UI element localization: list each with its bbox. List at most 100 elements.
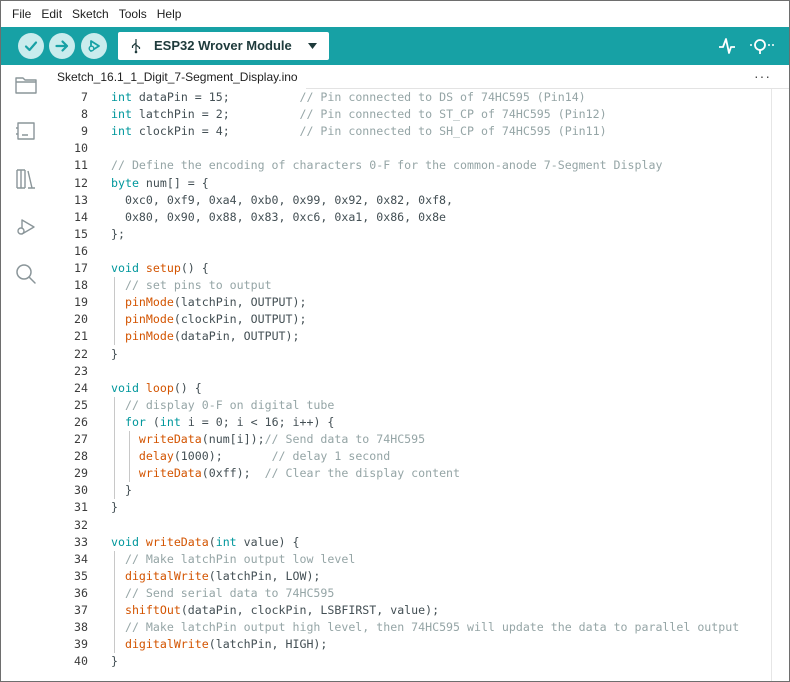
line-number: 20 [74,312,88,327]
code-token: (0xff); [201,466,265,481]
serial-monitor-icon[interactable] [748,36,776,56]
code-text: byte num[] = { [111,175,209,192]
upload-button[interactable] [49,33,75,59]
vertical-scrollbar[interactable] [771,89,772,681]
code-token: () { [180,261,209,275]
line-number: 37 [74,603,88,617]
code-line: 36 // Send serial data to 74HC595 [49,585,769,602]
menu-tools[interactable]: Tools [114,1,152,27]
code-token: }; [111,226,125,241]
line-number: 17 [74,261,88,275]
code-line: 28 delay(1000); // delay 1 second [49,448,769,465]
code-text: pinMode(clockPin, OUTPUT); [111,311,307,328]
line-number: 36 [74,585,88,600]
code-token: (clockPin, OUTPUT); [173,312,307,327]
code-token: digitalWrite [124,568,209,583]
ide-window: File Edit Sketch Tools Help ESP32 Wrover… [0,0,790,682]
code-token: // delay 1 second [271,449,391,464]
code-token: // Define the encoding of characters 0-F… [111,158,663,173]
code-line: 31} [49,499,769,516]
code-token: void [111,261,139,275]
code-token: writeData [138,432,202,446]
code-token: byte [111,175,139,190]
code-token: // display 0-F on digital tube [124,397,335,412]
menu-bar: File Edit Sketch Tools Help [1,1,789,27]
line-number: 26 [74,414,88,429]
code-token: } [111,500,118,515]
code-token: delay [138,449,174,464]
serial-plotter-icon[interactable] [718,36,736,56]
debug-button[interactable] [81,33,107,59]
code-line: 17 void setup() { [49,260,769,277]
indent-guide [114,396,115,500]
line-number: 16 [74,243,88,258]
verify-button[interactable] [18,33,44,59]
code-token: // Make latchPin output high level, then… [124,620,740,635]
line-number: 11 [74,158,88,173]
code-line: 13 0xc0, 0xf9, 0xa4, 0xb0, 0x99, 0x92, 0… [49,192,769,209]
code-token: writeData [145,534,209,549]
line-number: 7 [81,90,88,104]
code-text: pinMode(dataPin, OUTPUT); [111,328,300,345]
line-number: 27 [74,432,88,446]
line-number: 40 [74,654,88,669]
debug-icon[interactable] [14,215,38,239]
code-token: // Pin connected to SH_CP of 74HC595 (Pi… [299,124,607,139]
code-editor[interactable]: 7 int dataPin = 15; // Pin connected to D… [49,89,789,681]
code-text: 0xc0, 0xf9, 0xa4, 0xb0, 0x99, 0x92, 0x82… [111,192,453,209]
code-line: 38 // Make latchPin output high level, t… [49,619,769,636]
code-line: 35 digitalWrite(latchPin, LOW); [49,568,769,585]
menu-help[interactable]: Help [152,1,187,27]
board-selector[interactable]: ESP32 Wrover Module [118,32,329,60]
code-text: int dataPin = 15; // Pin connected to DS… [111,89,586,106]
code-text: // set pins to output [111,277,272,294]
code-text: void setup() { [111,260,209,277]
code-line: 16 [49,243,769,260]
arrow-right-icon [55,40,69,52]
code-text: 0x80, 0x90, 0x88, 0x83, 0xc6, 0xa1, 0x86… [111,209,446,226]
line-number: 12 [74,175,88,190]
code-token: (dataPin, OUTPUT); [173,329,300,344]
library-icon[interactable] [14,167,38,191]
search-icon[interactable] [14,262,38,286]
code-text: int latchPin = 2; // Pin connected to ST… [111,106,607,123]
code-line: 22} [49,346,769,363]
code-line: 7 int dataPin = 15; // Pin connected to D… [49,89,769,106]
code-token: for [124,414,146,429]
code-line: 18 // set pins to output [49,277,769,294]
code-line: 26 for (int i = 0; i < 16; i++) { [49,414,769,431]
code-token: (latchPin, HIGH); [208,637,328,652]
line-number: 13 [74,192,88,207]
more-options-icon[interactable]: ··· [754,65,771,87]
code-token: // Pin connected to DS of 74HC595 (Pin14… [299,90,586,104]
folder-icon[interactable] [14,73,38,97]
code-token: void [111,534,139,549]
code-text: writeData(0xff); // Clear the display co… [111,465,460,482]
code-token: int [111,90,132,104]
code-token: // Send serial data to 74HC595 [124,585,335,600]
line-number: 14 [74,209,88,224]
file-tabs-bar: Sketch_16.1_1_Digit_7-Segment_Display.in… [1,65,789,89]
indent-guide [114,277,115,346]
line-number: 21 [74,329,88,344]
code-token: latchPin = 2; [131,107,300,122]
code-line: 27 writeData(num[i]);// Send data to 74H… [49,431,769,448]
menu-edit[interactable]: Edit [36,1,67,27]
line-number: 31 [74,500,88,515]
line-number: 33 [74,534,88,549]
tab-sketch-file[interactable]: Sketch_16.1_1_Digit_7-Segment_Display.in… [49,65,306,89]
code-text: void loop() { [111,380,202,397]
usb-icon [131,39,141,54]
code-text: }; [111,226,125,243]
code-line: 24 void loop() { [49,380,769,397]
code-token: shiftOut [124,603,181,617]
code-text: } [111,653,118,670]
code-token: // Pin connected to ST_CP of 74HC595 (Pi… [299,107,607,122]
board-manager-icon[interactable] [14,119,38,143]
line-number: 38 [74,620,88,635]
menu-sketch[interactable]: Sketch [67,1,114,27]
code-token: int [111,124,132,139]
menu-file[interactable]: File [7,1,36,27]
code-text: void writeData(int value) { [111,534,300,551]
